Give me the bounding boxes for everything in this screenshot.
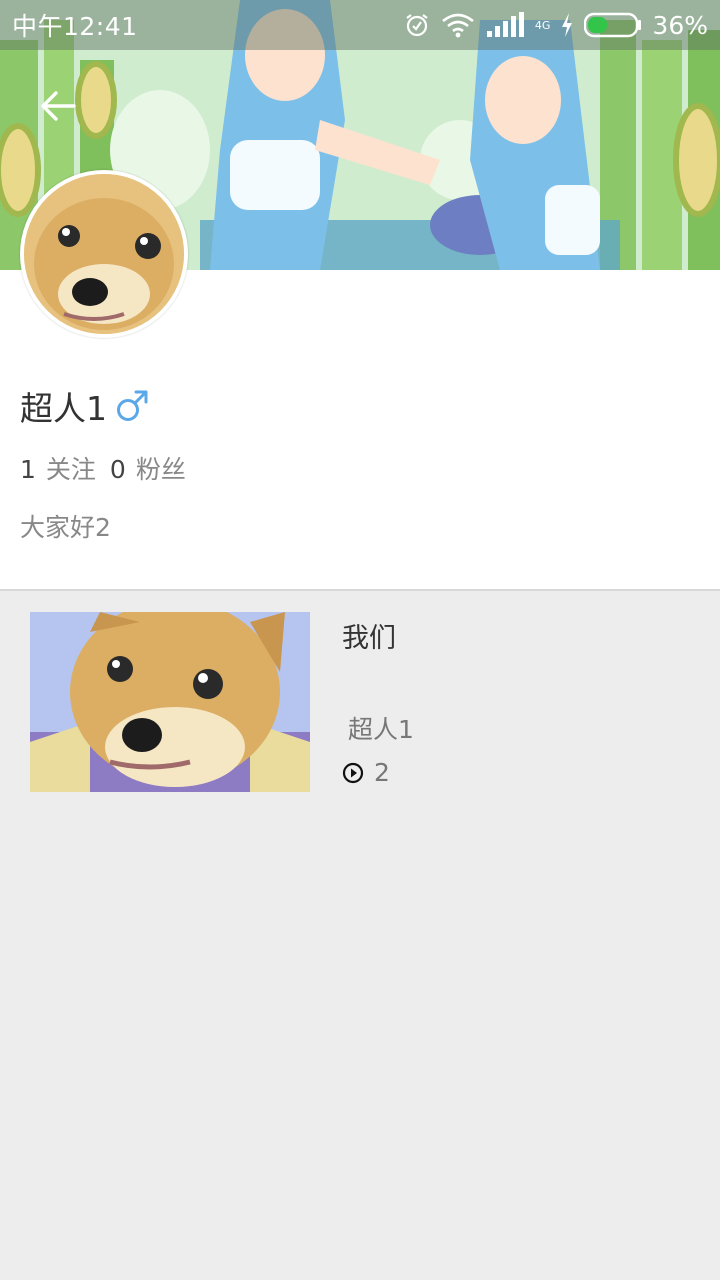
profile-bio: 大家好2 xyxy=(20,513,111,542)
video-title: 我们 xyxy=(342,623,396,654)
status-time: 中午12:41 xyxy=(12,12,138,41)
following-label[interactable]: 关注 xyxy=(46,450,96,486)
status-bar: 中午12:41 4G 36% xyxy=(0,0,720,50)
battery-icon xyxy=(584,12,642,38)
username: 超人1 xyxy=(20,389,107,428)
play-icon xyxy=(342,762,364,783)
back-button[interactable] xyxy=(34,82,82,130)
profile-screen: 中午12:41 4G 36% 超人1 1 关注 0 粉丝 大家好2 我们 超人1… xyxy=(0,0,720,1280)
battery-percent: 36% xyxy=(652,10,708,40)
alarm-icon xyxy=(406,14,428,37)
video-play-count: 2 xyxy=(342,758,390,787)
following-count[interactable]: 1 xyxy=(20,455,36,484)
charging-icon xyxy=(562,13,573,37)
status-icons: 4G 36% xyxy=(403,11,708,40)
wifi-icon xyxy=(442,13,474,38)
male-icon xyxy=(117,390,148,421)
video-thumbnail-image xyxy=(30,612,310,792)
play-count-value: 2 xyxy=(374,758,390,787)
back-arrow-icon xyxy=(41,91,76,121)
video-list-item[interactable]: 我们 超人1 2 xyxy=(30,612,690,792)
video-thumbnail[interactable] xyxy=(30,612,310,792)
followers-count[interactable]: 0 xyxy=(110,455,126,484)
video-author: 超人1 xyxy=(348,715,414,744)
follow-stats: 1 关注 0 粉丝 xyxy=(20,450,200,486)
avatar-image xyxy=(24,174,184,334)
avatar[interactable] xyxy=(20,170,188,338)
name-row: 超人1 xyxy=(20,382,149,430)
network-badge: 4G xyxy=(534,18,551,32)
signal-icon xyxy=(486,12,524,37)
followers-label[interactable]: 粉丝 xyxy=(136,450,186,486)
